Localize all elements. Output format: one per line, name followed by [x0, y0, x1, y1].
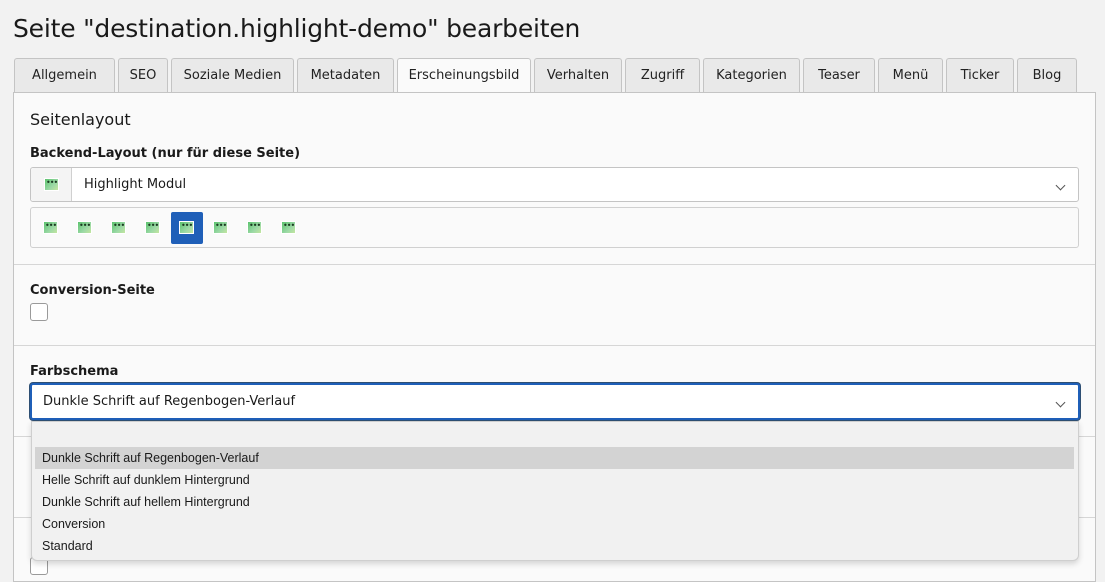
farbschema-option[interactable]: Helle Schrift auf dunklem Hintergrund: [35, 469, 1074, 491]
farbschema-option[interactable]: Conversion: [35, 513, 1074, 535]
tab-blog[interactable]: Blog: [1017, 58, 1077, 93]
layout-thumbnail-icon: [179, 221, 194, 234]
farbschema-option[interactable]: Dunkle Schrift auf Regenbogen-Verlauf: [35, 447, 1074, 469]
layout-thumbnail-icon: [77, 221, 92, 234]
page-title: Seite "destination.highlight-demo" bearb…: [13, 14, 581, 43]
farbschema-select[interactable]: Dunkle Schrift auf Regenbogen-Verlauf: [30, 383, 1080, 420]
layout-option-4[interactable]: [137, 212, 169, 244]
farbschema-dropdown-list: Dunkle Schrift auf Regenbogen-Verlauf He…: [31, 421, 1079, 561]
layout-option-2[interactable]: [69, 212, 101, 244]
tab-zugriff[interactable]: Zugriff: [625, 58, 700, 93]
layout-thumbnail-icon: [43, 221, 58, 234]
farbschema-option-empty[interactable]: [35, 425, 1074, 447]
tab-erscheinungsbild[interactable]: Erscheinungsbild: [397, 58, 531, 94]
layout-option-6[interactable]: [205, 212, 237, 244]
section-heading: Seitenlayout: [30, 110, 131, 129]
tab-metadaten[interactable]: Metadaten: [297, 58, 394, 93]
layout-thumbnail-icon: [44, 178, 59, 191]
tab-kategorien[interactable]: Kategorien: [703, 58, 800, 93]
layout-thumbnail-icon: [111, 221, 126, 234]
backend-layout-icon-strip: [30, 207, 1079, 248]
layout-thumbnail-icon: [213, 221, 228, 234]
backend-layout-icon-box: [31, 168, 72, 201]
layout-option-5-selected[interactable]: [171, 212, 203, 244]
layout-option-8[interactable]: [273, 212, 305, 244]
tab-allgemein[interactable]: Allgemein: [14, 58, 115, 93]
farbschema-option[interactable]: Dunkle Schrift auf hellem Hintergrund: [35, 491, 1074, 513]
layout-option-1[interactable]: [35, 212, 67, 244]
tab-menue[interactable]: Menü: [878, 58, 943, 93]
conversion-checkbox[interactable]: [30, 303, 48, 321]
tab-seo[interactable]: SEO: [118, 58, 168, 93]
chevron-down-icon: [1055, 180, 1066, 191]
layout-thumbnail-icon: [281, 221, 296, 234]
tab-bar: Allgemein SEO Soziale Medien Metadaten E…: [14, 58, 1080, 94]
conversion-label: Conversion-Seite: [30, 283, 155, 298]
tab-teaser[interactable]: Teaser: [803, 58, 875, 93]
farbschema-option[interactable]: Standard: [35, 535, 1074, 557]
farbschema-label: Farbschema: [30, 364, 119, 379]
divider: [14, 345, 1095, 346]
farbschema-value: Dunkle Schrift auf Regenbogen-Verlauf: [43, 394, 296, 409]
tab-verhalten[interactable]: Verhalten: [534, 58, 622, 93]
tab-ticker[interactable]: Ticker: [946, 58, 1014, 93]
chevron-down-icon: [1055, 397, 1066, 408]
divider: [14, 264, 1095, 265]
backend-layout-label: Backend-Layout (nur für diese Seite): [30, 146, 301, 161]
layout-thumbnail-icon: [247, 221, 262, 234]
layout-thumbnail-icon: [145, 221, 160, 234]
tab-soziale-medien[interactable]: Soziale Medien: [171, 58, 294, 93]
layout-option-7[interactable]: [239, 212, 271, 244]
layout-option-3[interactable]: [103, 212, 135, 244]
backend-layout-value: Highlight Modul: [84, 177, 187, 192]
backend-layout-select[interactable]: Highlight Modul: [30, 167, 1079, 202]
